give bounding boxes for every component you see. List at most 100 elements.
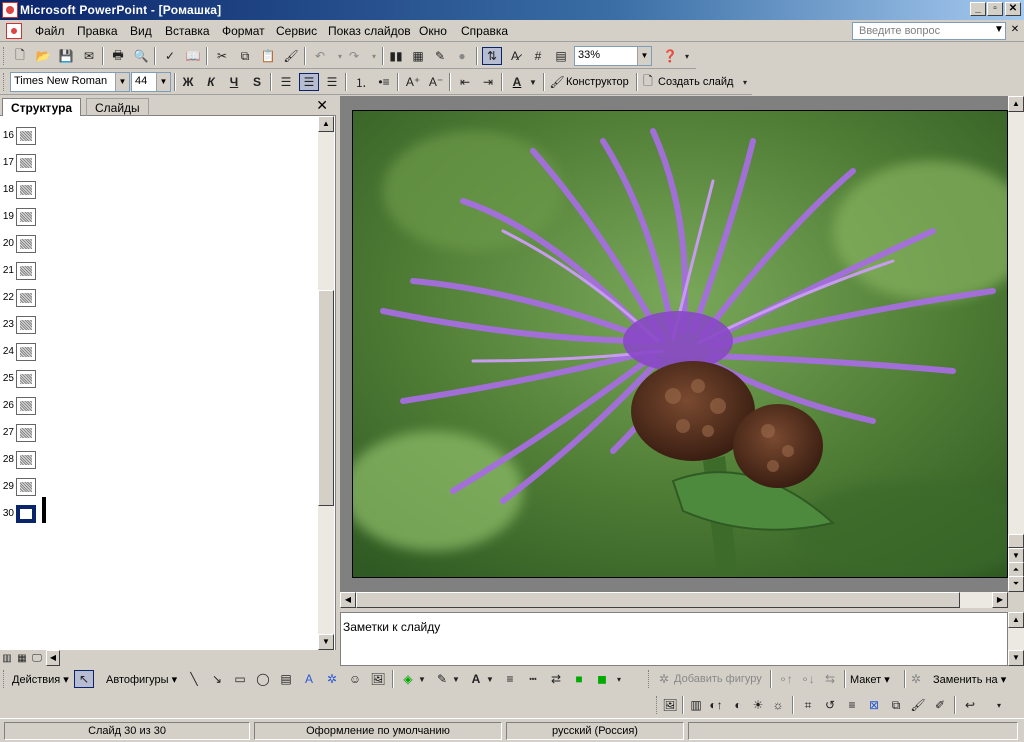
textbox-icon[interactable]: ▤	[276, 670, 296, 688]
insert-picture-icon[interactable]: 🖼	[660, 696, 680, 714]
menu-edit[interactable]: Правка	[77, 24, 118, 38]
diagram-icon[interactable]: ✲	[322, 670, 342, 688]
scroll-down-icon[interactable]: ▼	[318, 634, 334, 650]
minimize-button[interactable]: _	[970, 2, 986, 16]
compress-picture-icon[interactable]: ⊠	[864, 696, 884, 714]
menu-window[interactable]: Окно	[419, 24, 447, 38]
clipart-icon[interactable]: ☺	[345, 670, 365, 688]
new-slide-button[interactable]: Создать слайд	[658, 76, 733, 88]
slide-icon[interactable]	[16, 397, 36, 415]
copy-icon[interactable]: ⧉	[235, 47, 255, 65]
scroll-left-icon[interactable]: ◀	[46, 650, 60, 666]
slide-icon[interactable]	[16, 451, 36, 469]
outline-vertical-scrollbar[interactable]: ▲ ▼	[318, 116, 334, 650]
rectangle-icon[interactable]: ▭	[230, 670, 250, 688]
spelling-icon[interactable]: ✓	[160, 47, 180, 65]
font-color-icon[interactable]: A	[466, 670, 486, 688]
scroll-left-icon[interactable]: ◀	[340, 592, 356, 608]
slide-icon[interactable]	[16, 181, 36, 199]
toolbar-options-icon[interactable]: ▾	[740, 73, 750, 91]
slide-horizontal-scrollbar[interactable]: ◀ ▶	[340, 592, 1008, 608]
font-color-icon[interactable]: A	[507, 73, 527, 91]
arrow-icon[interactable]: ↘	[207, 670, 227, 688]
save-icon[interactable]: 💾	[56, 47, 76, 65]
pane-close-icon[interactable]: ✕	[316, 97, 328, 114]
crop-icon[interactable]: ⌗	[798, 696, 818, 714]
open-folder-icon[interactable]: 📂	[33, 47, 53, 65]
slide-icon[interactable]	[16, 343, 36, 361]
font-color-dropdown-icon[interactable]: ▼	[484, 670, 496, 688]
shadow-style-icon[interactable]: ■	[569, 670, 589, 688]
toolbar-grip[interactable]	[3, 670, 6, 688]
scroll-thumb[interactable]	[318, 290, 334, 506]
print-icon[interactable]: 🖶	[108, 47, 128, 65]
slide-icon[interactable]	[16, 370, 36, 388]
increase-indent-icon[interactable]: ⇥	[478, 73, 498, 91]
insert-table-icon[interactable]: ▦	[408, 47, 428, 65]
slide-icon[interactable]	[16, 289, 36, 307]
3d-style-icon[interactable]: ◼	[592, 670, 612, 688]
autoformat-icon[interactable]: ✲	[906, 670, 926, 688]
print-preview-icon[interactable]: 🔍	[131, 47, 151, 65]
slide-icon[interactable]	[16, 127, 36, 145]
add-shape-button[interactable]: Добавить фигуру	[674, 673, 762, 685]
toolbar-options-icon[interactable]: ▾	[994, 696, 1004, 714]
menu-view[interactable]: Вид	[130, 24, 152, 38]
move-shape-backward-icon[interactable]: ∘↑	[776, 670, 796, 688]
menu-format[interactable]: Формат	[222, 24, 265, 38]
slide-icon[interactable]	[16, 478, 36, 496]
move-shape-forward-icon[interactable]: ∘↓	[798, 670, 818, 688]
fill-color-icon[interactable]: ◈	[398, 670, 418, 688]
tables-borders-icon[interactable]: ✎	[430, 47, 450, 65]
align-left-icon[interactable]: ☰	[276, 73, 296, 91]
numbering-icon[interactable]: ⒈	[351, 73, 371, 91]
scroll-down-icon[interactable]: ▼	[1008, 650, 1024, 666]
powerpoint-app-icon[interactable]	[2, 2, 18, 18]
bold-button[interactable]: Ж	[178, 73, 198, 91]
rotate-icon[interactable]: ↺	[820, 696, 840, 714]
align-right-icon[interactable]: ☰	[322, 73, 342, 91]
more-contrast-icon[interactable]: ◐↑	[706, 696, 726, 714]
line-color-icon[interactable]: ✎	[432, 670, 452, 688]
document-close-icon[interactable]: ✕	[1008, 23, 1022, 37]
expand-all-icon[interactable]: ⇅	[482, 47, 502, 65]
scroll-up-icon[interactable]: ▲	[1008, 96, 1024, 112]
notes-pane[interactable]: Заметки к слайду	[340, 612, 1008, 666]
color-icon[interactable]: ▥	[686, 696, 706, 714]
font-size-dropdown-icon[interactable]: ▼	[156, 73, 170, 91]
show-grid-icon[interactable]: #	[528, 47, 548, 65]
change-to-menu-button[interactable]: Заменить на ▾	[933, 673, 1006, 686]
wordart-icon[interactable]: A	[299, 670, 319, 688]
toolbar-grip[interactable]	[3, 47, 6, 65]
toolbar-options-icon[interactable]: ▾	[682, 47, 692, 65]
slideshow-view-icon[interactable]: 🖵	[30, 650, 44, 666]
research-icon[interactable]: 📖	[183, 47, 203, 65]
line-style-icon[interactable]: ≡	[500, 670, 520, 688]
slide-icon[interactable]	[16, 505, 36, 523]
italic-button[interactable]: К	[201, 73, 221, 91]
next-slide-icon[interactable]: ⏷	[1008, 576, 1024, 592]
recolor-icon[interactable]: ⧉	[886, 696, 906, 714]
align-center-icon[interactable]: ☰	[299, 73, 319, 91]
menu-insert[interactable]: Вставка	[165, 24, 210, 38]
undo-icon[interactable]: ↶	[310, 47, 330, 65]
close-button[interactable]: ✕	[1005, 2, 1021, 16]
font-name-select[interactable]: Times New Roman ▼	[10, 72, 130, 92]
zoom-dropdown-icon[interactable]: ▼	[637, 47, 651, 65]
hyperlink-icon[interactable]: ●	[452, 47, 472, 65]
scroll-up-icon[interactable]: ▲	[318, 116, 334, 132]
cut-icon[interactable]: ✂	[212, 47, 232, 65]
scroll-right-icon[interactable]: ▶	[992, 592, 1008, 608]
less-brightness-icon[interactable]: ☼	[768, 696, 788, 714]
document-icon[interactable]	[6, 23, 22, 39]
reset-picture-icon[interactable]: ↩	[960, 696, 980, 714]
bullets-icon[interactable]: •≡	[374, 73, 394, 91]
layout-menu-button[interactable]: Макет ▾	[850, 673, 890, 686]
select-objects-icon[interactable]: ↖	[74, 670, 94, 688]
redo-dropdown-icon[interactable]: ▾	[364, 47, 384, 65]
autoshapes-menu-button[interactable]: Автофигуры ▾	[106, 673, 177, 686]
reverse-diagram-icon[interactable]: ⇆	[820, 670, 840, 688]
font-size-select[interactable]: 44 ▼	[131, 72, 171, 92]
format-painter-icon[interactable]: 🖌	[281, 47, 301, 65]
slide-icon[interactable]	[16, 235, 36, 253]
